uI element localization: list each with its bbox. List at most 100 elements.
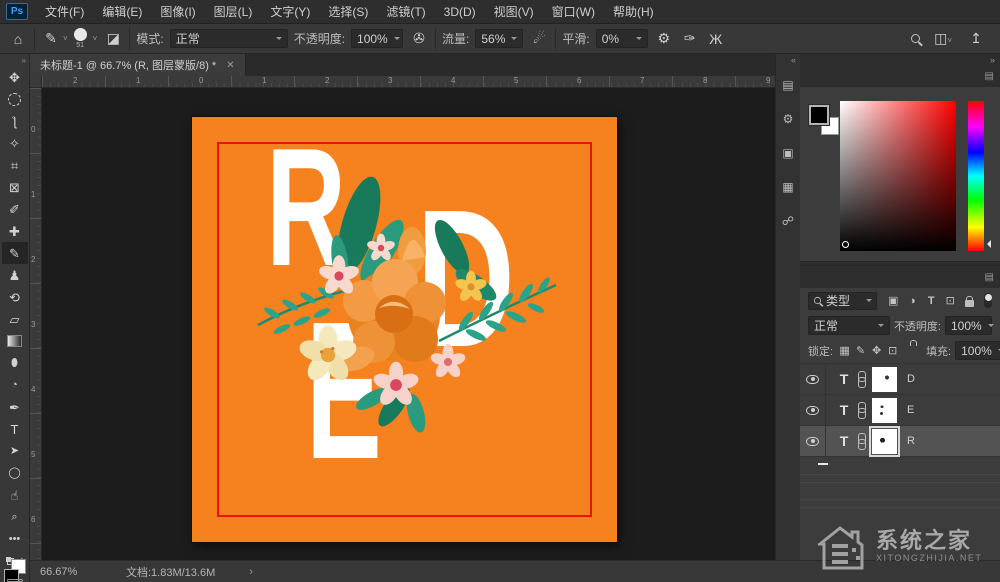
visibility-toggle[interactable]: [800, 426, 826, 456]
zoom-level-field[interactable]: 66.67%: [40, 566, 92, 578]
menu-item[interactable]: 3D(D): [435, 0, 485, 24]
visibility-toggle[interactable]: [800, 364, 826, 394]
history-panel-icon[interactable]: ▤: [778, 72, 799, 98]
brush-tool[interactable]: ✎: [2, 242, 28, 264]
smoothing-dropdown[interactable]: 0%: [596, 29, 648, 48]
menu-item[interactable]: 图像(I): [151, 0, 204, 24]
layer-name[interactable]: R: [907, 435, 915, 447]
layer-fill-dropdown[interactable]: 100%: [955, 341, 1000, 360]
workspace-switcher[interactable]: ◫˅: [934, 30, 952, 47]
panel-menu-icon[interactable]: ▤: [979, 66, 1000, 87]
vertical-ruler[interactable]: 01234567: [30, 88, 42, 560]
filter-toggle[interactable]: [984, 293, 992, 308]
quick-select-tool[interactable]: ✧: [2, 132, 28, 154]
pressure-size-icon[interactable]: ✑: [680, 30, 700, 47]
panel-menu-icon[interactable]: ▤: [979, 267, 1000, 288]
filter-shape-icon[interactable]: ⊡: [942, 292, 959, 309]
lock-transparent-icon[interactable]: ▦: [837, 344, 852, 357]
flow-dropdown[interactable]: 56%: [475, 29, 523, 48]
foreground-color-swatch[interactable]: [809, 105, 829, 125]
layer-thumbnail[interactable]: T: [834, 402, 854, 418]
hue-slider[interactable]: [968, 101, 984, 251]
blur-tool[interactable]: ⬮: [2, 352, 28, 374]
hue-slider-arrow[interactable]: [983, 240, 991, 248]
adjustments-panel-icon[interactable]: ▦: [778, 174, 799, 200]
lock-pixels-icon[interactable]: ✎: [853, 344, 868, 357]
layer-mask-thumbnail[interactable]: [872, 429, 897, 454]
dodge-tool[interactable]: ◔: [2, 374, 28, 396]
gradient-tool[interactable]: [2, 330, 28, 352]
R[interactable]: T R: [800, 426, 1000, 457]
clone-stamp-tool[interactable]: ♟: [2, 264, 28, 286]
opacity-dropdown[interactable]: 100%: [351, 29, 403, 48]
menu-item[interactable]: 文件(F): [36, 0, 93, 24]
blend-mode-dropdown[interactable]: 正常: [170, 29, 288, 48]
lock-position-icon[interactable]: ✥: [869, 344, 884, 357]
menu-item[interactable]: 文字(Y): [261, 0, 319, 24]
layer-mask-thumbnail[interactable]: [872, 398, 897, 423]
layer-mask-thumbnail[interactable]: [872, 367, 897, 392]
layer-name[interactable]: D: [907, 373, 915, 385]
brush-preset-picker[interactable]: 51: [74, 28, 87, 49]
menu-item[interactable]: 选择(S): [319, 0, 377, 24]
close-tab-icon[interactable]: ✕: [226, 60, 234, 71]
document-canvas[interactable]: R D E: [192, 117, 617, 542]
document-tab[interactable]: 未标题-1 @ 66.7% (R, 图层蒙版/8) * ✕: [30, 54, 246, 76]
menu-item[interactable]: 视图(V): [485, 0, 543, 24]
E[interactable]: T E: [800, 395, 1000, 426]
toolbar-collapse-icon[interactable]: »: [22, 54, 29, 66]
eyedropper-tool[interactable]: ✐: [2, 198, 28, 220]
menu-item[interactable]: 滤镜(T): [377, 0, 434, 24]
crop-tool[interactable]: ⌗: [2, 154, 28, 176]
chevron-down-icon[interactable]: ˅: [93, 34, 98, 43]
history-brush-tool[interactable]: ⟲: [2, 286, 28, 308]
libraries-panel-icon[interactable]: ▣: [778, 140, 799, 166]
frame-tool[interactable]: ⊠: [2, 176, 28, 198]
healing-brush-tool[interactable]: ✚: [2, 220, 28, 242]
filter-smart-object-icon[interactable]: [961, 292, 978, 309]
dock-collapse-icon[interactable]: «: [791, 54, 800, 68]
visibility-toggle[interactable]: [800, 395, 826, 425]
lock-all-icon[interactable]: [901, 344, 916, 357]
filter-type-icon[interactable]: T: [923, 292, 940, 309]
share-icon[interactable]: ↥: [966, 30, 986, 47]
current-tool-button[interactable]: ✎ ˅: [41, 30, 68, 47]
layer-thumbnail[interactable]: T: [834, 371, 854, 387]
status-chevron-icon[interactable]: ›: [249, 566, 253, 578]
type-tool[interactable]: T: [2, 418, 28, 440]
pressure-opacity-icon[interactable]: ✇: [409, 30, 429, 47]
symmetry-icon[interactable]: Ж: [706, 31, 726, 47]
layer-blend-mode-dropdown[interactable]: 正常: [808, 316, 890, 335]
move-tool[interactable]: ✥: [2, 66, 28, 88]
layer-thumbnail[interactable]: T: [834, 433, 854, 449]
eraser-tool[interactable]: ▱: [2, 308, 28, 330]
color-saturation-field[interactable]: [840, 101, 956, 251]
menu-item[interactable]: 帮助(H): [604, 0, 663, 24]
pen-tool[interactable]: ✒: [2, 396, 28, 418]
smoothing-gear-icon[interactable]: ⚙: [654, 30, 674, 47]
lock-artboard-icon[interactable]: ⊡: [885, 344, 900, 357]
properties-panel-icon[interactable]: ⚙: [778, 106, 799, 132]
airbrush-icon[interactable]: ☄: [529, 30, 549, 47]
home-icon[interactable]: ⌂: [8, 31, 28, 47]
hand-tool[interactable]: ☝: [2, 484, 28, 506]
layer-opacity-dropdown[interactable]: 100%: [945, 316, 992, 335]
learn-panel-icon[interactable]: ☍: [778, 208, 799, 234]
color-fg-bg-swatch[interactable]: [809, 105, 839, 135]
filter-adjustment-icon[interactable]: ◑: [904, 292, 921, 309]
lasso-tool[interactable]: ƪ: [2, 110, 28, 132]
layer-filter-dropdown[interactable]: 类型: [808, 292, 877, 310]
edit-toolbar-button[interactable]: •••: [2, 528, 28, 550]
foreground-background-colors[interactable]: [2, 569, 28, 574]
search-icon[interactable]: [911, 34, 920, 43]
marquee-tool[interactable]: [2, 88, 28, 110]
horizontal-ruler[interactable]: 210123456789: [42, 76, 775, 88]
canvas-viewport[interactable]: R D E: [42, 88, 775, 560]
zoom-tool[interactable]: ⌕: [2, 506, 28, 528]
D[interactable]: T D: [800, 364, 1000, 395]
menu-item[interactable]: 图层(L): [205, 0, 262, 24]
layer-name[interactable]: E: [907, 404, 914, 416]
filter-image-icon[interactable]: ▣: [885, 292, 902, 309]
path-select-tool[interactable]: ➤: [2, 440, 28, 462]
panel-expand-icon[interactable]: »: [990, 55, 1000, 65]
